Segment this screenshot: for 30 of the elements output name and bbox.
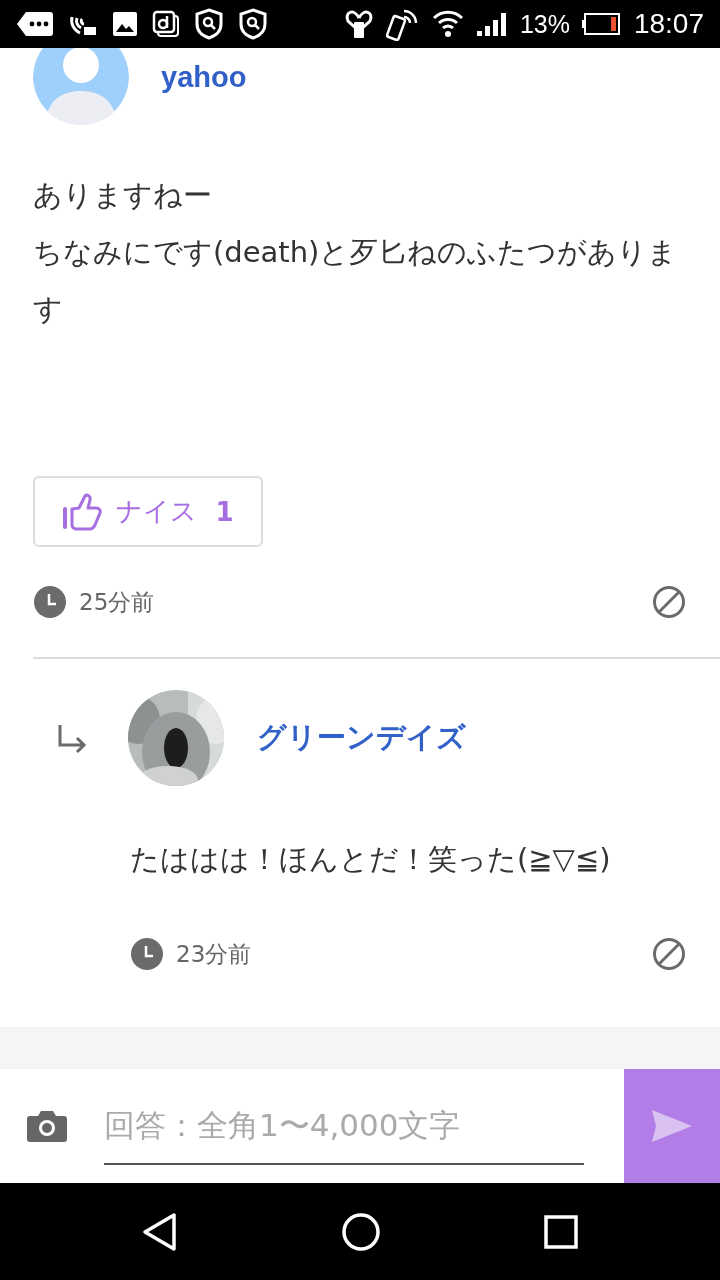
nice-button[interactable]: ナイス 1: [33, 476, 263, 547]
reply-time: 23分前: [176, 939, 253, 969]
report-icon[interactable]: [652, 585, 686, 619]
post-time: 25分前: [79, 587, 156, 617]
back-icon[interactable]: [141, 1211, 178, 1252]
battery-icon: [581, 12, 622, 36]
battery-percentage: 13%: [519, 9, 570, 39]
signal-icon: [475, 11, 508, 37]
thumbs-up-icon: [62, 492, 105, 531]
clock-icon: [130, 937, 164, 971]
author-name[interactable]: グリーンデイズ: [257, 718, 466, 758]
camera-icon[interactable]: [26, 1108, 68, 1144]
post-text: ちなみにです(death)と歹匕ねのふたつがあります: [33, 234, 679, 328]
recents-icon[interactable]: [544, 1214, 579, 1249]
answer-input-field[interactable]: 回答：全角1〜4,000文字: [104, 1087, 584, 1165]
clock-icon: [33, 585, 67, 619]
post-text: ありますねー: [33, 177, 213, 214]
reply-text: たははは！ほんとだ！笑った(≧▽≦): [130, 841, 612, 878]
chat-bubble-icon: [16, 11, 54, 37]
clock-time: 18:07: [633, 8, 704, 40]
image-icon: [112, 11, 138, 37]
send-icon: [650, 1108, 694, 1144]
report-icon[interactable]: [652, 937, 686, 971]
home-icon[interactable]: [341, 1211, 381, 1252]
phone-signal-icon: [385, 7, 420, 41]
wifi-icon: [431, 10, 464, 38]
author-name[interactable]: yahoo: [161, 61, 247, 94]
shield-icon: [194, 8, 224, 40]
shield-icon: [238, 8, 268, 40]
reply-arrow-icon: [56, 723, 88, 753]
